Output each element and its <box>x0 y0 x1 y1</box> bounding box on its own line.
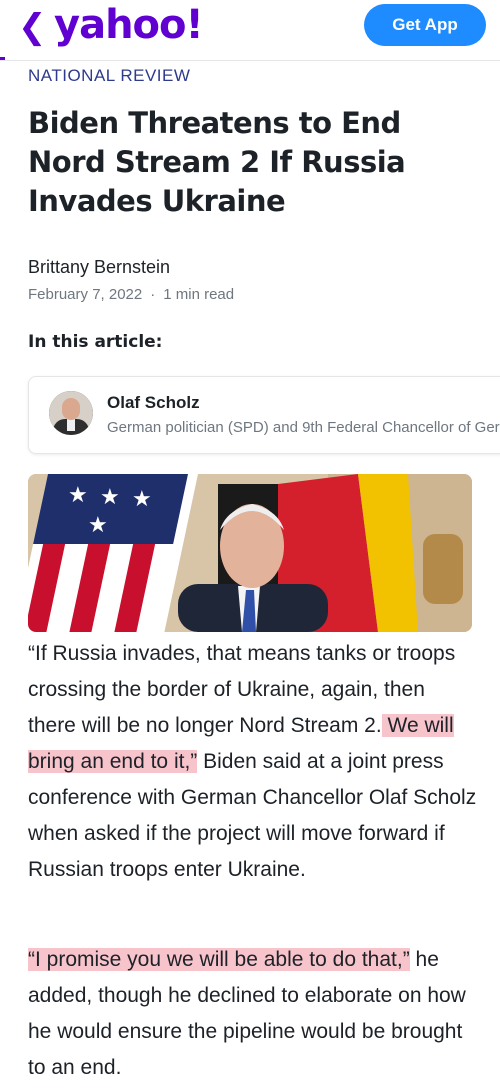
entity-name: Olaf Scholz <box>107 393 200 412</box>
yahoo-logo[interactable]: yahoo! <box>54 2 204 48</box>
top-bar: ❮ yahoo! Get App <box>0 0 500 60</box>
svg-text:★: ★ <box>68 483 88 508</box>
author-name: Brittany Bernstein <box>28 257 171 277</box>
publish-date: February 7, 2022 <box>28 286 143 303</box>
article-photo-illustration: ★ ★ ★★ <box>28 474 472 632</box>
highlighted-quote: “I promise you we will be able to do tha… <box>28 948 410 971</box>
svg-text:★: ★ <box>88 513 108 538</box>
publisher-name[interactable]: NATIONAL REVIEW <box>28 66 190 86</box>
chevron-left-icon[interactable]: ❮ <box>18 10 47 44</box>
entity-card[interactable]: Olaf Scholz German politician (SPD) and … <box>28 376 500 454</box>
progress-accent <box>0 57 5 60</box>
svg-text:★: ★ <box>132 487 152 512</box>
get-app-button[interactable]: Get App <box>364 4 486 46</box>
read-time: 1 min read <box>163 286 235 303</box>
article-meta: February 7, 2022 · 1 min read <box>28 286 234 303</box>
meta-separator: · <box>150 286 156 303</box>
avatar <box>49 391 93 435</box>
header-divider <box>0 60 500 61</box>
article-title: Biden Threatens to End Nord Stream 2 If … <box>28 106 406 218</box>
article-photo[interactable]: ★ ★ ★ ★ <box>28 474 472 632</box>
svg-text:★: ★ <box>100 485 120 510</box>
article-paragraph-2: “I promise you we will be able to do tha… <box>28 942 478 1086</box>
in-this-article-heading: In this article: <box>28 332 163 352</box>
entity-description: German politician (SPD) and 9th Federal … <box>107 419 500 436</box>
article-paragraph-1: “If Russia invades, that means tanks or … <box>28 636 478 888</box>
